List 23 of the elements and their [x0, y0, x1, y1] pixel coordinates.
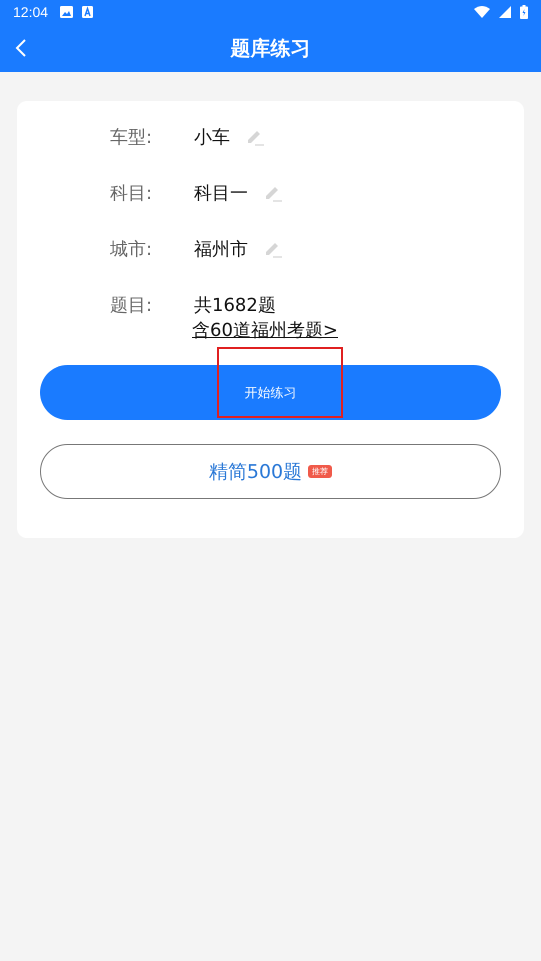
pencil-icon[interactable] — [264, 241, 282, 259]
battery-icon — [520, 5, 528, 19]
lite-questions-button[interactable]: 精简500题 推荐 — [40, 444, 501, 499]
font-icon — [82, 6, 94, 18]
image-icon — [60, 6, 74, 18]
start-practice-button[interactable]: 开始练习 — [40, 365, 501, 420]
field-label: 车型: — [110, 126, 154, 150]
pencil-icon[interactable] — [246, 129, 264, 147]
field-value: 小车 — [194, 126, 230, 150]
field-value: 科目一 — [194, 182, 248, 206]
field-value: 福州市 — [194, 238, 248, 262]
wifi-icon — [474, 6, 490, 18]
city-questions-link[interactable]: 含60道福州考题> — [192, 319, 338, 343]
page-title: 题库练习 — [230, 34, 310, 62]
field-value: 共1682题 — [194, 294, 276, 318]
signal-icon — [499, 6, 511, 18]
pencil-icon[interactable] — [264, 185, 282, 203]
field-label: 题目: — [110, 294, 154, 318]
recommend-badge: 推荐 — [308, 465, 332, 478]
field-label: 科目: — [110, 182, 154, 206]
field-label: 城市: — [110, 238, 154, 262]
back-icon[interactable] — [15, 38, 27, 58]
status-time: 12:04 — [13, 4, 48, 20]
